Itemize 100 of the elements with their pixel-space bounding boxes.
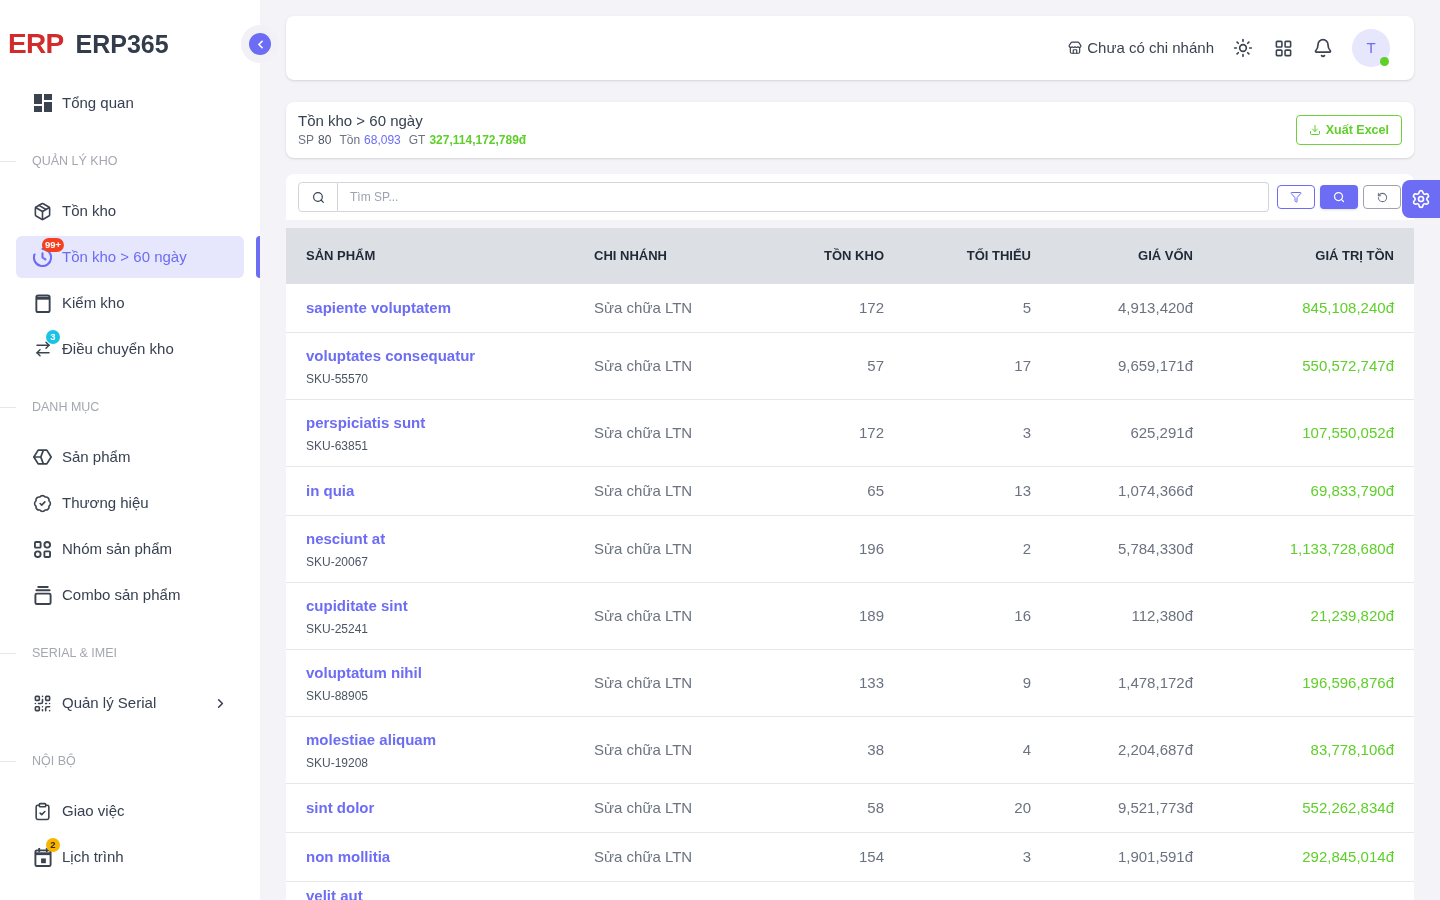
product-link[interactable]: cupiditate sint: [306, 595, 408, 617]
table-cell: 154: [858, 848, 884, 865]
stat-label: GT: [408, 132, 426, 149]
product-link[interactable]: sapiente voluptatem: [306, 297, 452, 319]
filter-button[interactable]: [1277, 185, 1315, 209]
table-cell: 625,291đ: [1130, 424, 1193, 441]
nav-item[interactable]: Tổng quan: [16, 82, 244, 124]
search-button[interactable]: [1320, 185, 1358, 209]
stat-value: 80: [318, 132, 332, 149]
theme-toggle[interactable]: [1232, 37, 1254, 59]
table-cell: 17: [1014, 357, 1031, 374]
table-cell: 9: [1022, 674, 1031, 691]
product-link[interactable]: voluptates consequatur: [306, 345, 476, 367]
table-cell: 845,108,240đ: [1302, 299, 1394, 316]
table-cell: 9,659,171đ: [1117, 357, 1193, 374]
table-cell: 552,262,834đ: [1302, 799, 1394, 816]
nav-item[interactable]: Quản lý Serial: [16, 682, 244, 724]
calendar-icon: [33, 847, 52, 867]
stat-value: 68,093: [364, 132, 401, 149]
table-cell: Sửa chữa LTN: [594, 540, 693, 557]
count-badge: 3: [46, 329, 60, 344]
table-cell: 69,833,790đ: [1310, 482, 1394, 499]
clipboard-icon: [33, 293, 52, 313]
section-title: NỘI BỘ: [32, 752, 76, 770]
search-field[interactable]: Tìm SP...: [338, 182, 1269, 212]
table-cell: 57: [867, 357, 884, 374]
table-cell: 189: [858, 607, 884, 624]
sku-text: SKU-25241: [306, 621, 369, 637]
bell-icon: [1313, 38, 1333, 58]
product-link[interactable]: molestiae aliquam: [306, 729, 437, 751]
nav-item[interactable]: Nhóm sản phẩm: [16, 528, 244, 570]
shapes-grid-icon: [34, 540, 51, 558]
product-link[interactable]: nesciunt at: [306, 528, 386, 550]
product-link[interactable]: voluptatum nihil: [306, 662, 422, 684]
hexagon-icon: [33, 448, 52, 466]
section-title: SERIAL & IMEI: [32, 644, 117, 662]
table-cell: Sửa chữa LTN: [594, 799, 693, 816]
nav-item[interactable]: Kiểm kho: [16, 282, 244, 324]
user-avatar[interactable]: T: [1352, 29, 1390, 67]
product-link[interactable]: sint dolor: [306, 797, 375, 819]
table-cell: 112,380đ: [1131, 607, 1193, 624]
table-cell: 550,572,747đ: [1302, 357, 1394, 374]
nav-item[interactable]: 3 Điều chuyển kho: [16, 328, 244, 370]
stack-icon: [33, 585, 52, 605]
table-cell: 5,784,330đ: [1117, 540, 1193, 557]
settings-button[interactable]: [1402, 180, 1440, 218]
table-cell: 83,778,106đ: [1310, 741, 1394, 758]
reset-button[interactable]: [1363, 185, 1401, 209]
download-icon: [1308, 124, 1321, 136]
sku-text: SKU-55570: [306, 371, 369, 387]
table-cell: 107,550,052đ: [1302, 424, 1394, 441]
table-cell: 172: [858, 299, 884, 316]
grid-icon: [1273, 38, 1293, 58]
table-cell: 38: [867, 741, 884, 758]
nav-item[interactable]: Giao việc: [16, 790, 244, 832]
table-cell: 16: [1014, 607, 1031, 624]
badge-check-icon: [33, 493, 52, 513]
logo-mark: ERP: [8, 30, 64, 58]
product-link[interactable]: non mollitia: [306, 846, 391, 868]
table-cell: Sửa chữa LTN: [594, 299, 693, 316]
nav-item[interactable]: Sản phẩm: [16, 436, 244, 478]
table-cell: Sửa chữa LTN: [594, 848, 693, 865]
nav-item[interactable]: 2 Lịch trình: [16, 836, 244, 878]
search-icon: [311, 190, 325, 204]
table-cell: 292,845,014đ: [1302, 848, 1394, 865]
nav-item[interactable]: Thương hiệu: [16, 482, 244, 524]
table-cell: 4,913,420đ: [1117, 299, 1193, 316]
clock-icon: [33, 247, 52, 267]
table-cell: Sửa chữa LTN: [594, 674, 693, 691]
column-header: TỐI THIỂU: [965, 247, 1031, 266]
table-cell: 5: [1022, 299, 1031, 316]
product-link[interactable]: in quia: [306, 480, 355, 502]
table-cell: 1,901,591đ: [1117, 848, 1193, 865]
table-cell: 9,521,773đ: [1117, 799, 1193, 816]
sku-text: SKU-19208: [306, 755, 369, 771]
stat-label: SP: [298, 132, 314, 149]
stat-label: Tồn: [339, 132, 361, 149]
notifications-button[interactable]: [1312, 37, 1334, 59]
page-title: Tồn kho > 60 ngày: [298, 111, 424, 131]
column-header: CHI NHÁNH: [594, 247, 668, 266]
table-cell: 13: [1014, 482, 1031, 499]
table-cell: 3: [1022, 848, 1031, 865]
branch-selector[interactable]: Chưa có chi nhánh: [1068, 36, 1214, 60]
sku-text: SKU-63851: [306, 438, 369, 454]
table-cell: 133: [858, 674, 884, 691]
app-name: ERP365: [75, 31, 169, 57]
package-icon: [33, 201, 52, 221]
nav-item[interactable]: Combo sản phẩm: [16, 574, 244, 616]
table-cell: 1,074,366đ: [1117, 482, 1193, 499]
column-header: TỒN KHO: [823, 247, 884, 266]
table-cell: 4: [1022, 741, 1031, 758]
sku-text: SKU-88905: [306, 688, 369, 704]
table-cell: 196: [858, 540, 884, 557]
table-cell: 20: [1014, 799, 1031, 816]
table-cell: Sửa chữa LTN: [594, 357, 693, 374]
table-cell: 2: [1022, 540, 1031, 557]
nav-item[interactable]: 99+ Tồn kho > 60 ngày: [16, 236, 244, 278]
nav-item[interactable]: Tồn kho: [16, 190, 244, 232]
product-link[interactable]: perspiciatis sunt: [306, 412, 426, 434]
column-header: GIÁ VỐN: [1137, 247, 1193, 266]
